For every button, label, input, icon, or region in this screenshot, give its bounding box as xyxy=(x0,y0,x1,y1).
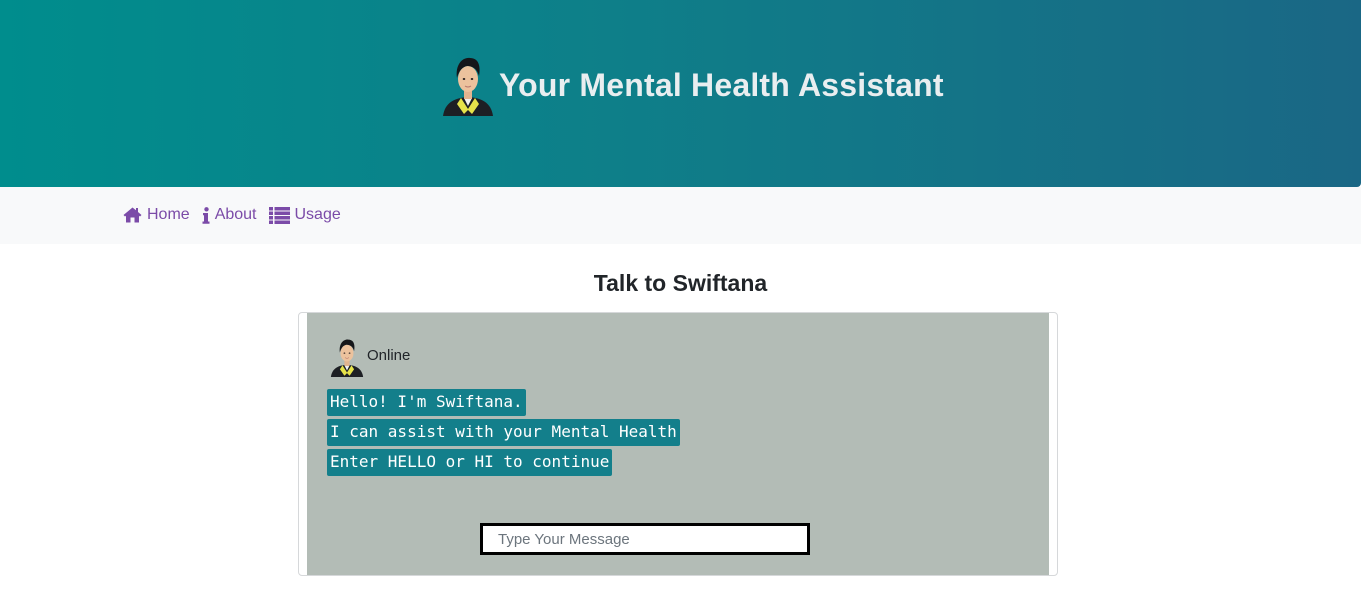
nav-list: Home About Usage xyxy=(123,206,353,224)
nav-item-about[interactable]: About xyxy=(202,206,257,224)
nav-item-label: Home xyxy=(147,206,190,223)
nav-item-usage[interactable]: Usage xyxy=(268,206,341,224)
home-icon xyxy=(123,207,142,223)
nav-item-home[interactable]: Home xyxy=(123,206,190,224)
page-title: Talk to Swiftana xyxy=(593,270,768,296)
top-nav: Home About Usage xyxy=(0,187,1361,244)
chat-card: Online Hello! I'm Swiftana. I can assist… xyxy=(298,312,1058,576)
bot-message: I can assist with your Mental Health xyxy=(327,419,680,446)
chat-panel: Online Hello! I'm Swiftana. I can assist… xyxy=(307,313,1049,575)
list-icon xyxy=(268,206,290,224)
header-brand: Your Mental Health Assistant xyxy=(437,54,944,116)
assistant-avatar-icon xyxy=(330,339,364,377)
status-text: Online xyxy=(367,346,411,364)
nav-item-label: Usage xyxy=(294,206,341,223)
message-list: Hello! I'm Swiftana. I can assist with y… xyxy=(327,389,680,479)
page-header: Your Mental Health Assistant xyxy=(0,0,1361,187)
assistant-avatar-icon xyxy=(443,57,493,116)
chat-header: Online xyxy=(327,337,410,377)
app-title: Your Mental Health Assistant xyxy=(499,67,944,103)
nav-item-label: About xyxy=(214,206,257,223)
message-input[interactable] xyxy=(480,523,810,555)
bot-message: Enter HELLO or HI to continue xyxy=(327,449,613,476)
info-icon xyxy=(202,206,210,224)
bot-message: Hello! I'm Swiftana. xyxy=(327,389,526,416)
